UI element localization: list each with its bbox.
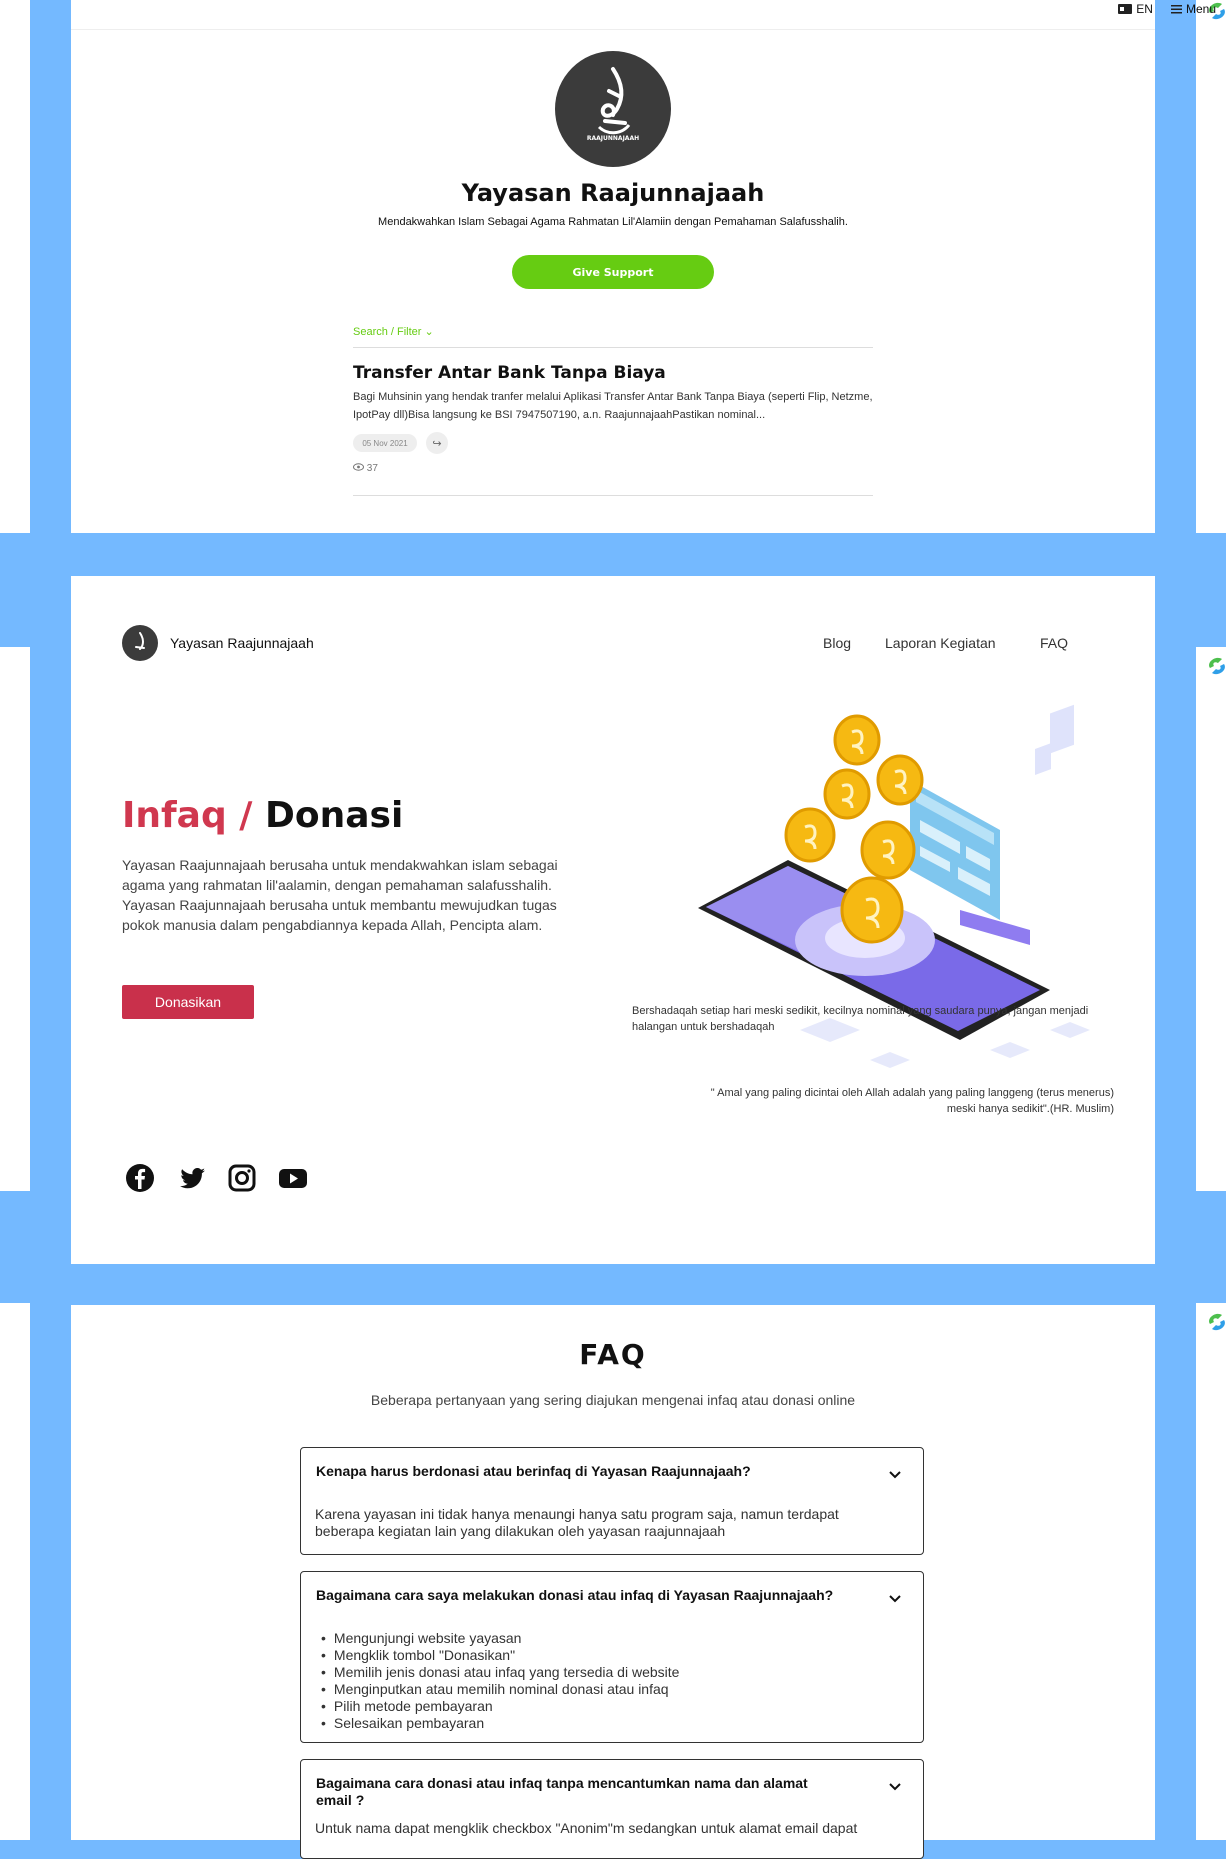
faq-item[interactable]: Bagaimana cara donasi atau infaq tanpa m… <box>300 1759 924 1859</box>
views-count: 37 <box>366 463 378 474</box>
youtube-icon[interactable] <box>277 1162 309 1194</box>
list-item: Mengklik tombol "Donasikan" <box>321 1647 679 1664</box>
faq-item[interactable]: Kenapa harus berdonasi atau berinfaq di … <box>300 1447 924 1555</box>
org-title: Yayasan Raajunnajaah <box>461 179 765 207</box>
language-switch[interactable]: EN <box>1118 2 1153 16</box>
list-item: Pilih metode pembayaran <box>321 1698 679 1715</box>
chevron-down-icon[interactable] <box>887 1778 903 1794</box>
illustration-caption: Bershadaqah setiap hari meski sedikit, k… <box>632 1005 1089 1033</box>
calligraphy-logo-icon: RAAJUNNAJAAH <box>587 67 639 142</box>
menu-button[interactable]: Menu <box>1170 2 1216 16</box>
calligraphy-logo-icon <box>135 632 145 650</box>
faq-question[interactable]: Kenapa harus berdonasi atau berinfaq di … <box>316 1463 836 1480</box>
faq-title: FAQ <box>579 1338 647 1371</box>
instagram-icon[interactable] <box>226 1162 258 1194</box>
post-date-badge: 05 Nov 2021 <box>353 434 417 452</box>
nav-link-blog[interactable]: Blog <box>823 635 851 651</box>
faq-subtitle: Beberapa pertanyaan yang sering diajukan… <box>370 1392 856 1408</box>
faq-answer: Untuk nama dapat mengklik checkbox "Anon… <box>315 1820 858 1836</box>
twitter-icon[interactable] <box>176 1162 208 1194</box>
org-tagline: Mendakwahkan Islam Sebagai Agama Rahmata… <box>378 216 848 228</box>
faq-question[interactable]: Bagaimana cara donasi atau infaq tanpa m… <box>316 1775 836 1809</box>
chevron-down-icon: ⌄ <box>424 326 434 338</box>
topbar: EN Menu <box>1118 2 1216 16</box>
logo-text: RAAJUNNAJAAH <box>587 135 639 142</box>
hadith-quote: " Amal yang paling dicintai oleh Allah a… <box>710 1087 1114 1115</box>
list-item: Mengunjungi website yayasan <box>321 1630 679 1647</box>
brand-logo[interactable] <box>122 625 158 661</box>
nav-brand[interactable]: Yayasan Raajunnajaah <box>170 635 314 651</box>
give-support-button[interactable]: Give Support <box>512 255 714 289</box>
eye-icon <box>353 463 364 471</box>
hero-title-donasi: Donasi <box>265 795 404 836</box>
faq-item[interactable]: Bagaimana cara saya melakukan donasi ata… <box>300 1571 924 1743</box>
hero-description: Yayasan Raajunnajaah berusaha untuk mend… <box>122 857 558 933</box>
language-label: EN <box>1136 2 1153 16</box>
list-item: Selesaikan pembayaran <box>321 1715 679 1732</box>
filter-label: Search / Filter <box>353 326 422 338</box>
chevron-down-icon[interactable] <box>887 1466 903 1482</box>
hero-title: Infaq / Donasi <box>122 795 403 836</box>
share-button[interactable]: ↪ <box>426 432 448 454</box>
faq-question[interactable]: Bagaimana cara saya melakukan donasi ata… <box>316 1587 836 1604</box>
list-item: Menginputkan atau memilih nominal donasi… <box>321 1681 679 1698</box>
list-item: Memilih jenis donasi atau infaq yang ter… <box>321 1664 680 1681</box>
post-views: 37 <box>353 463 378 474</box>
post-title[interactable]: Transfer Antar Bank Tanpa Biaya <box>353 363 666 383</box>
nav-link-faq[interactable]: FAQ <box>1040 635 1068 651</box>
faq-answer: Karena yayasan ini tidak hanya menaungi … <box>315 1506 839 1539</box>
app-logo-icon <box>1209 1313 1225 1331</box>
share-icon: ↪ <box>432 437 442 450</box>
donasikan-button[interactable]: Donasikan <box>122 985 254 1019</box>
app-logo-icon <box>1209 657 1225 675</box>
hamburger-icon <box>1170 5 1182 14</box>
language-icon <box>1118 4 1133 14</box>
menu-label: Menu <box>1185 2 1216 16</box>
post-excerpt: Bagi Muhsinin yang hendak tranfer melalu… <box>353 391 873 421</box>
org-avatar: RAAJUNNAJAAH <box>555 51 671 167</box>
nav-link-laporan-kegiatan[interactable]: Laporan Kegiatan <box>885 635 996 651</box>
hero-title-separator: / <box>239 795 253 836</box>
hero-title-infaq: Infaq <box>122 795 227 836</box>
facebook-icon[interactable] <box>124 1162 156 1194</box>
faq-steps-list: Mengunjungi website yayasan Mengklik tom… <box>321 1630 680 1732</box>
chevron-down-icon[interactable] <box>887 1590 903 1606</box>
search-filter-toggle[interactable]: Search / Filter ⌄ <box>353 325 434 338</box>
phone-coins-illustration <box>698 704 1090 1068</box>
